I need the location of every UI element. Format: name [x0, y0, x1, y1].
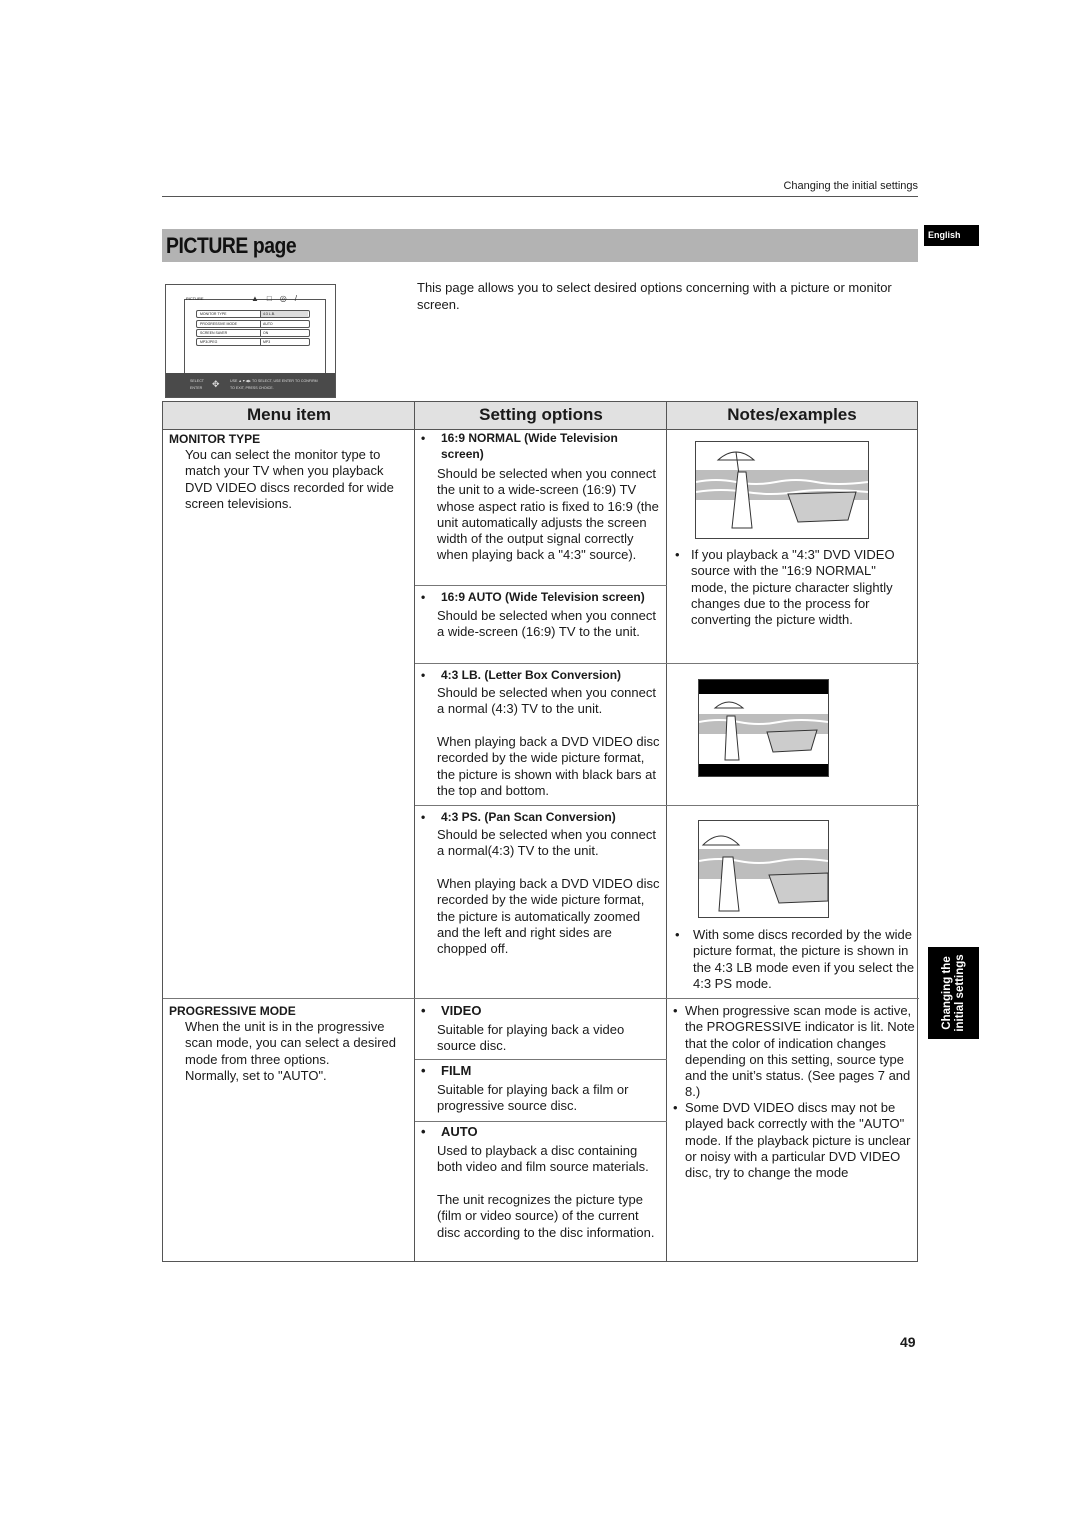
- bullet-icon: •: [421, 810, 426, 824]
- option-desc-2: When playing back a DVD VIDEO disc recor…: [437, 734, 660, 798]
- beach-scene-illustration: [696, 451, 868, 529]
- row-divider: [163, 998, 919, 999]
- osd-screenshot: PICTURE ▲□◎/ MONITOR TYPE 4:3 L.B. PROGRE…: [165, 284, 336, 398]
- note-progressive-indicator: • When progressive scan mode is active, …: [673, 1003, 915, 1100]
- disc-icon: ◎: [279, 294, 295, 303]
- osd-row: MONITOR TYPE 4:3 L.B.: [196, 310, 310, 318]
- bullet-icon: •: [421, 1124, 426, 1139]
- row-divider: [415, 663, 919, 664]
- beach-scene-panscan-illustration: [699, 835, 828, 912]
- wrench-icon: /: [294, 294, 305, 303]
- osd-row: PROGRESSIVE MODE AUTO: [196, 320, 310, 328]
- language-tab: English: [924, 225, 979, 246]
- bullet-icon: •: [421, 431, 426, 445]
- option-desc-2: The unit recognizes the picture type (fi…: [437, 1192, 655, 1240]
- row-divider: [415, 1121, 667, 1122]
- bullet-icon: •: [421, 1063, 426, 1078]
- progressive-mode-description: When the unit is in the progressive scan…: [185, 1019, 397, 1067]
- page-title: PICTURE page: [166, 233, 297, 258]
- option-desc: Suitable for playing back a film or prog…: [437, 1082, 629, 1114]
- running-head: Changing the initial settings: [783, 180, 918, 192]
- monitor-type-description: You can select the monitor type to match…: [185, 447, 394, 511]
- display-icon: □: [266, 294, 280, 303]
- note-auto-mode: • Some DVD VIDEO discs may not be played…: [673, 1100, 911, 1181]
- osd-footer: SELECT ENTER ✥ USE ▲▼◀▶ TO SELECT, USE E…: [166, 373, 335, 397]
- option-desc: Should be selected when you connect the …: [437, 466, 659, 563]
- example-image-16-9-normal: [695, 441, 869, 539]
- option-desc: Suitable for playing back a video source…: [437, 1022, 625, 1054]
- option-16-9-normal: • 16:9 NORMAL (Wide Television screen): [421, 431, 618, 461]
- column-divider: [666, 402, 667, 1261]
- beach-scene-letterbox-illustration: [699, 694, 828, 764]
- option-4-3-lb: • 4:3 LB. (Letter Box Conversion): [421, 668, 622, 682]
- note-pan-scan: • With some discs recorded by the wide p…: [675, 927, 915, 991]
- bullet-icon: •: [421, 590, 426, 604]
- bullet-icon: •: [675, 927, 680, 942]
- section-side-tab: Changing the initial settings: [928, 947, 979, 1039]
- page-number: 49: [900, 1334, 916, 1350]
- osd-row: SCREEN SAVER ON: [196, 329, 310, 337]
- osd-tab-label: PICTURE: [186, 296, 204, 301]
- note-16-9-normal: • If you playback a "4:3" DVD VIDEO sour…: [675, 547, 895, 628]
- option-desc-2: When playing back a DVD VIDEO disc recor…: [437, 876, 660, 957]
- option-16-9-auto: • 16:9 AUTO (Wide Television screen): [421, 590, 645, 604]
- osd-row: MP3/JPEG MP3: [196, 338, 310, 346]
- settings-table: Menu item Setting options Notes/examples…: [162, 401, 919, 1262]
- option-auto: • AUTO: [421, 1124, 478, 1139]
- dpad-icon: ✥: [212, 379, 220, 389]
- progressive-mode-description-2: Normally, set to "AUTO".: [185, 1068, 327, 1083]
- bullet-icon: •: [421, 668, 426, 682]
- bullet-icon: •: [673, 1100, 678, 1115]
- option-film: • FILM: [421, 1063, 472, 1078]
- menu-item-monitor-type: MONITOR TYPE: [169, 432, 261, 446]
- intro-text: This page allows you to select desired o…: [417, 280, 892, 312]
- option-desc: Should be selected when you connect a wi…: [437, 608, 656, 640]
- option-video: • VIDEO: [421, 1003, 482, 1018]
- osd-icon-row: ▲□◎/: [251, 294, 305, 303]
- option-desc: Should be selected when you connect a no…: [437, 685, 656, 717]
- example-image-pan-scan: [698, 820, 829, 918]
- bullet-icon: •: [675, 547, 680, 562]
- header-setting-options: Setting options: [415, 402, 667, 430]
- page-title-bar: PICTURE page: [162, 229, 918, 262]
- bullet-icon: •: [673, 1003, 678, 1018]
- row-divider: [415, 805, 919, 806]
- picture-icon: ▲: [251, 294, 267, 303]
- example-image-letterbox: [698, 679, 829, 777]
- option-4-3-ps: • 4:3 PS. (Pan Scan Conversion): [421, 810, 616, 824]
- header-menu-item: Menu item: [163, 402, 415, 430]
- option-desc: Used to playback a disc containing both …: [437, 1143, 649, 1175]
- row-divider: [415, 1059, 667, 1060]
- header-notes: Notes/examples: [667, 402, 917, 430]
- option-desc: Should be selected when you connect a no…: [437, 827, 656, 859]
- menu-item-progressive-mode: PROGRESSIVE MODE: [169, 1004, 296, 1018]
- column-divider: [414, 402, 415, 1261]
- row-divider: [415, 585, 667, 586]
- bullet-icon: •: [421, 1003, 426, 1018]
- header-rule: [162, 196, 918, 197]
